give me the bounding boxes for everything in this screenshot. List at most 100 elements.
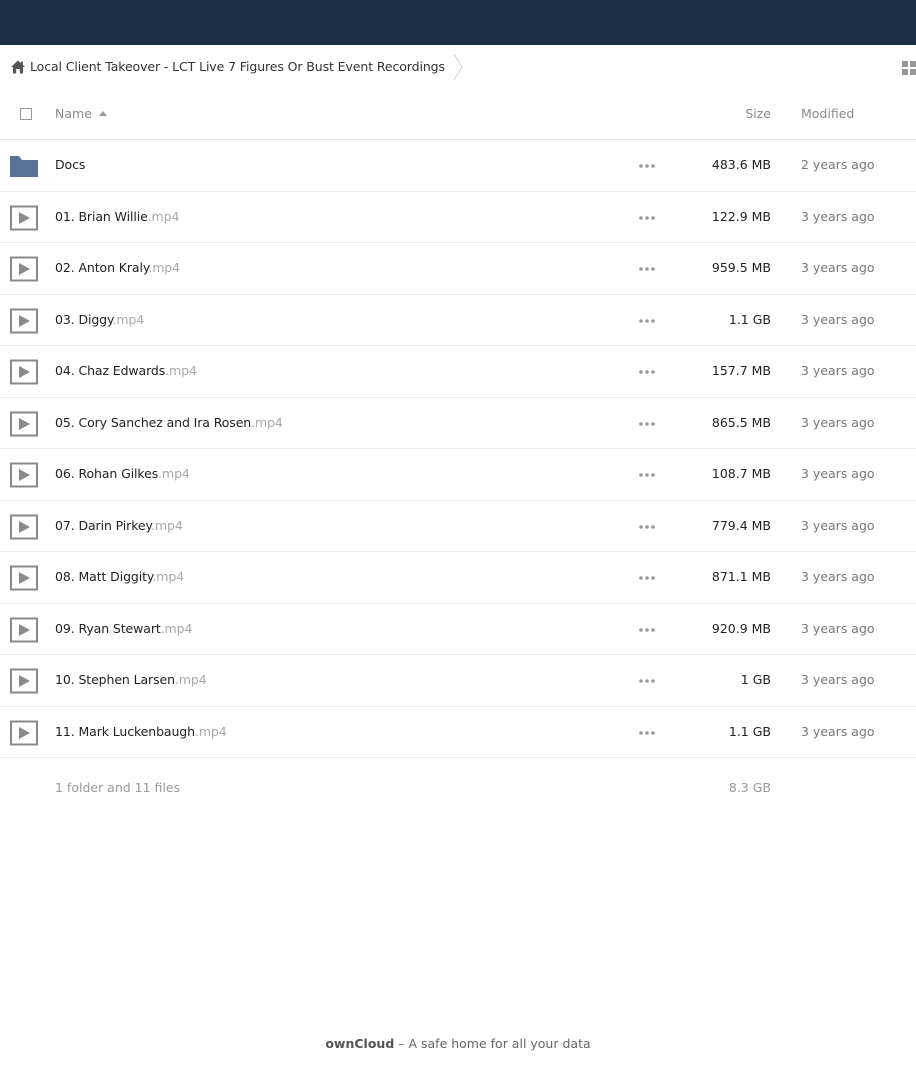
more-actions-icon[interactable] xyxy=(638,416,656,432)
file-basename: 08. Matt Diggity xyxy=(55,569,153,584)
file-name[interactable]: 11. Mark Luckenbaugh.mp4 xyxy=(55,724,227,739)
more-actions-icon[interactable] xyxy=(638,519,656,535)
file-name[interactable]: 10. Stephen Larsen.mp4 xyxy=(55,672,207,687)
file-row[interactable]: 01. Brian Willie.mp4 122.9 MB 3 years ago xyxy=(0,192,916,243)
file-row[interactable]: 03. Diggy.mp4 1.1 GB 3 years ago xyxy=(0,295,916,346)
more-actions-icon[interactable] xyxy=(638,364,656,380)
file-modified: 3 years ago xyxy=(801,260,875,275)
video-file-icon[interactable] xyxy=(10,205,38,231)
file-size: 959.5 MB xyxy=(711,260,771,275)
home-icon[interactable] xyxy=(10,59,26,75)
file-modified: 3 years ago xyxy=(801,414,875,430)
file-name[interactable]: 08. Matt Diggity.mp4 xyxy=(55,569,184,584)
file-basename: 05. Cory Sanchez and Ira Rosen xyxy=(55,414,252,430)
file-extension: .mp4 xyxy=(112,311,145,327)
column-header-modified[interactable]: Modified xyxy=(801,106,854,121)
file-row[interactable]: 02. Anton Kraly.mp4 959.5 MB 3 years ago xyxy=(0,243,916,295)
more-actions-icon[interactable] xyxy=(638,210,656,226)
file-size: 1.1 GB xyxy=(728,723,771,739)
more-actions-icon[interactable] xyxy=(638,570,656,586)
file-row[interactable]: 10. Stephen Larsen.mp4 1 GB 3 years ago xyxy=(0,655,916,707)
file-extension: .mp4 xyxy=(251,414,283,430)
video-file-icon[interactable] xyxy=(10,462,38,488)
file-modified: 3 years ago xyxy=(801,311,875,327)
video-file-icon[interactable] xyxy=(10,668,38,694)
file-size: 1.1 GB xyxy=(728,311,771,327)
file-basename: 06. Rohan Gilkes xyxy=(55,466,159,481)
file-basename: 11. Mark Luckenbaugh xyxy=(55,723,195,739)
video-file-icon[interactable] xyxy=(10,514,38,540)
more-actions-icon[interactable] xyxy=(638,313,656,329)
top-navigation-bar xyxy=(0,0,916,45)
file-name[interactable]: 01. Brian Willie.mp4 xyxy=(55,209,179,224)
file-name[interactable]: 04. Chaz Edwards.mp4 xyxy=(55,363,197,378)
file-size: 483.6 MB xyxy=(711,157,771,172)
file-name[interactable]: Docs xyxy=(55,157,85,172)
file-size: 157.7 MB xyxy=(711,363,771,378)
footer: ownCloud – A safe home for all your data xyxy=(0,1036,916,1051)
file-size: 920.9 MB xyxy=(711,620,771,636)
file-extension: .mp4 xyxy=(160,620,193,636)
file-list-header: Name Size Modified xyxy=(0,89,916,140)
sort-ascending-icon[interactable] xyxy=(99,111,107,116)
file-modified: 3 years ago xyxy=(801,208,875,224)
file-name[interactable]: 07. Darin Pirkey.mp4 xyxy=(55,518,183,533)
file-extension: .mp4 xyxy=(152,569,185,584)
summary-total-size: 8.3 GB xyxy=(728,780,771,795)
column-header-name[interactable]: Name xyxy=(55,106,92,121)
file-row[interactable]: 04. Chaz Edwards.mp4 157.7 MB 3 years ago xyxy=(0,346,916,398)
file-extension: .mp4 xyxy=(194,723,227,739)
file-row[interactable]: Docs 483.6 MB 2 years ago xyxy=(0,140,916,192)
more-actions-icon[interactable] xyxy=(638,673,656,689)
file-extension: .mp4 xyxy=(148,260,180,275)
file-name[interactable]: 06. Rohan Gilkes.mp4 xyxy=(55,466,190,481)
file-name[interactable]: 02. Anton Kraly.mp4 xyxy=(55,260,180,275)
select-all-checkbox[interactable] xyxy=(20,108,32,120)
more-actions-icon[interactable] xyxy=(638,725,656,741)
file-basename: 09. Ryan Stewart xyxy=(55,620,161,636)
file-row[interactable]: 11. Mark Luckenbaugh.mp4 1.1 GB 3 years ag… xyxy=(0,707,916,758)
file-modified: 3 years ago xyxy=(801,363,875,378)
file-row[interactable]: 09. Ryan Stewart.mp4 920.9 MB 3 years ago xyxy=(0,604,916,655)
file-modified: 3 years ago xyxy=(801,517,875,533)
more-actions-icon[interactable] xyxy=(638,622,656,638)
file-modified: 3 years ago xyxy=(801,569,875,584)
video-file-icon[interactable] xyxy=(10,359,38,385)
video-file-icon[interactable] xyxy=(10,411,38,437)
video-file-icon[interactable] xyxy=(10,617,38,643)
video-file-icon[interactable] xyxy=(10,256,38,282)
more-actions-icon[interactable] xyxy=(638,467,656,483)
file-basename: 03. Diggy xyxy=(55,311,113,327)
file-size: 871.1 MB xyxy=(711,569,771,584)
file-modified: 3 years ago xyxy=(801,620,875,636)
file-modified: 3 years ago xyxy=(801,723,875,739)
file-row[interactable]: 05. Cory Sanchez and Ira Rosen.mp4 865.5 … xyxy=(0,398,916,449)
video-file-icon[interactable] xyxy=(10,565,38,591)
video-file-icon[interactable] xyxy=(10,308,38,334)
folder-icon[interactable] xyxy=(10,153,38,179)
file-list-summary: 1 folder and 11 files 8.3 GB xyxy=(0,770,916,806)
file-basename: 02. Anton Kraly xyxy=(55,260,149,275)
file-size: 779.4 MB xyxy=(711,517,771,533)
video-file-icon[interactable] xyxy=(10,720,38,746)
file-name[interactable]: 05. Cory Sanchez and Ira Rosen.mp4 xyxy=(55,415,283,430)
column-header-size[interactable]: Size xyxy=(745,106,771,121)
footer-brand-link[interactable]: ownCloud xyxy=(325,1036,394,1051)
file-extension: .mp4 xyxy=(147,208,180,224)
file-extension: .mp4 xyxy=(158,466,190,481)
file-row[interactable]: 08. Matt Diggity.mp4 871.1 MB 3 years ago xyxy=(0,552,916,604)
grid-view-icon[interactable] xyxy=(902,60,916,75)
file-row[interactable]: 07. Darin Pirkey.mp4 779.4 MB 3 years ago xyxy=(0,501,916,552)
file-basename: Docs xyxy=(55,157,86,172)
footer-tagline: – A safe home for all your data xyxy=(394,1036,591,1051)
breadcrumb-current-folder[interactable]: Local Client Takeover - LCT Live 7 Figur… xyxy=(30,59,445,74)
file-row[interactable]: 06. Rohan Gilkes.mp4 108.7 MB 3 years ago xyxy=(0,449,916,501)
summary-count: 1 folder and 11 files xyxy=(55,780,181,795)
file-size: 1 GB xyxy=(740,672,771,687)
file-name[interactable]: 09. Ryan Stewart.mp4 xyxy=(55,621,192,636)
file-modified: 3 years ago xyxy=(801,466,875,481)
file-size: 108.7 MB xyxy=(711,466,771,481)
file-name[interactable]: 03. Diggy.mp4 xyxy=(55,312,144,327)
more-actions-icon[interactable] xyxy=(638,261,656,277)
more-actions-icon[interactable] xyxy=(638,158,656,174)
